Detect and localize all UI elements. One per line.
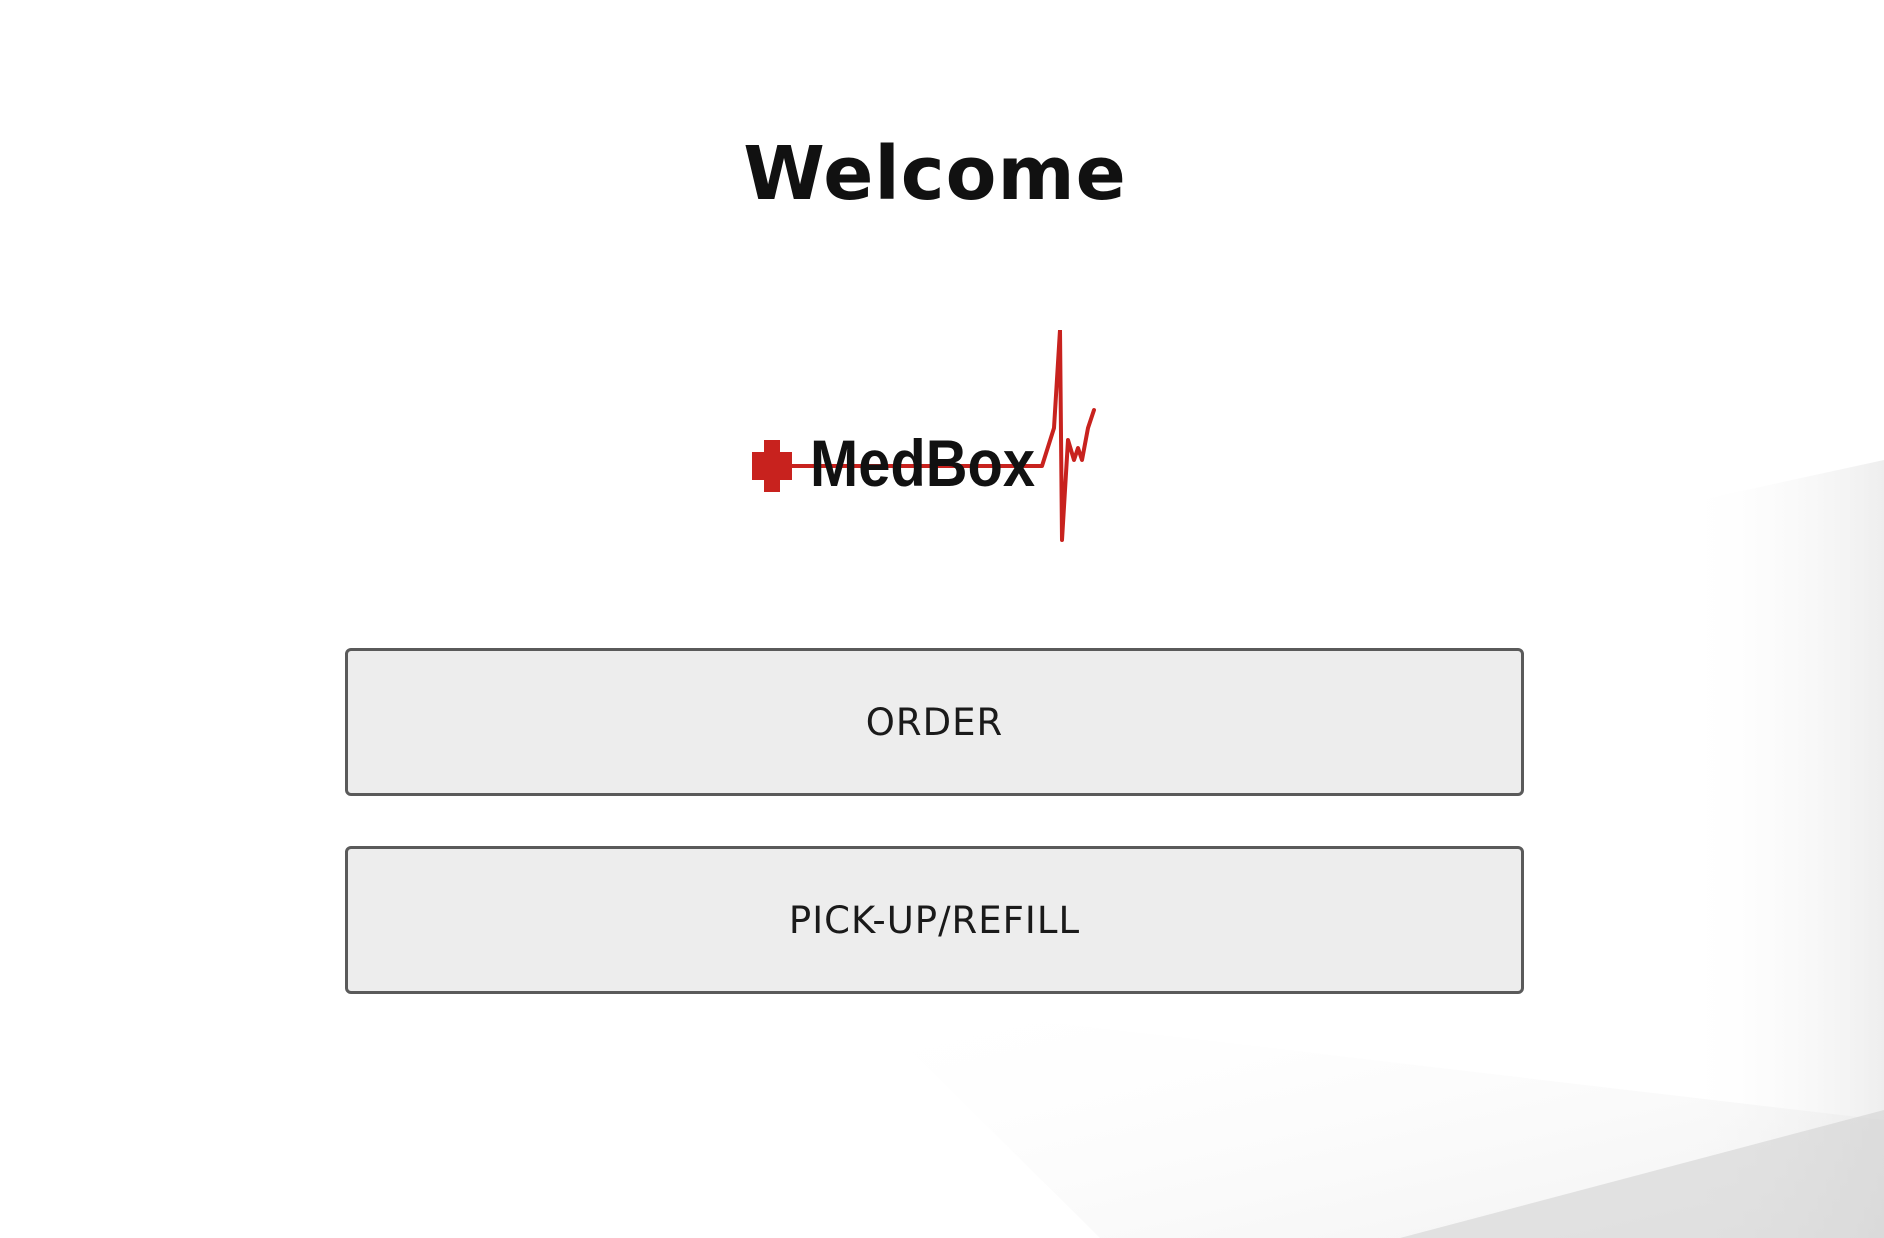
welcome-screen: Welcome MedBox ORDER PICK-UP/REFILL: [0, 0, 1884, 1238]
order-button-label: ORDER: [865, 700, 1004, 744]
logo-text: MedBox: [810, 426, 1035, 500]
pickup-refill-button[interactable]: PICK-UP/REFILL: [345, 846, 1524, 994]
medbox-logo: MedBox: [740, 330, 1110, 560]
order-button[interactable]: ORDER: [345, 648, 1524, 796]
medical-cross-icon: [752, 440, 792, 492]
pickup-refill-button-label: PICK-UP/REFILL: [788, 898, 1081, 942]
page-title: Welcome: [743, 131, 1127, 217]
